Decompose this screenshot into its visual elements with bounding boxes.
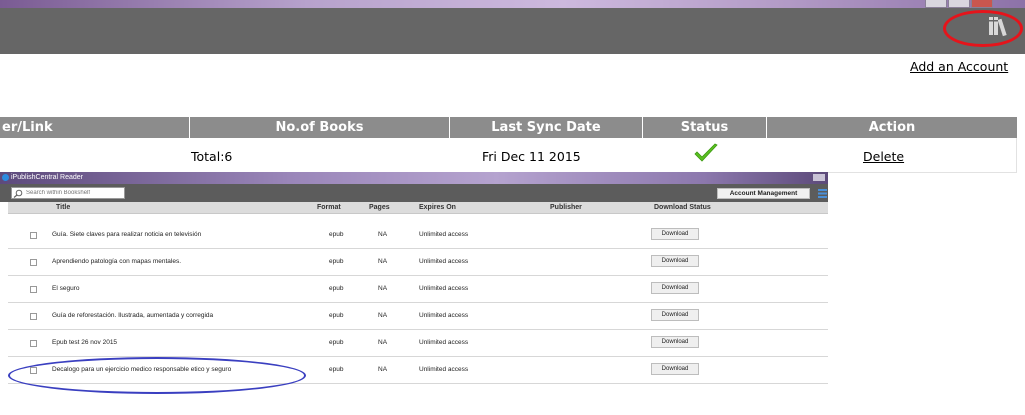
accounts-table-header: er/Link No.of Books Last Sync Date Statu… [0, 117, 1017, 138]
col-expires: Expires On [419, 204, 456, 211]
book-row: Guía de reforestación. Ilustrada, aument… [8, 302, 828, 330]
col-header-sync: Last Sync Date [450, 117, 643, 138]
download-button[interactable]: Download [651, 336, 699, 348]
app-logo-icon [2, 174, 9, 181]
highlight-ellipse-red [943, 10, 1023, 47]
download-button[interactable]: Download [651, 309, 699, 321]
book-expires: Unlimited access [419, 339, 469, 346]
book-format: epub [329, 285, 344, 292]
search-box[interactable] [11, 187, 125, 199]
book-pages: NA [378, 339, 388, 346]
book-format: epub [329, 258, 344, 265]
book-expires: Unlimited access [419, 231, 469, 238]
row-checkbox[interactable] [30, 286, 37, 293]
books-count: Total:6 [191, 149, 233, 164]
col-header-link: er/Link [0, 117, 190, 138]
account-management-button[interactable]: Account Management [717, 188, 810, 199]
book-title: Guía de reforestación. Ilustrada, aument… [52, 312, 214, 319]
col-publisher: Publisher [550, 204, 582, 211]
search-icon [13, 189, 23, 198]
search-input[interactable] [26, 188, 122, 198]
book-title: El seguro [52, 285, 80, 292]
download-button[interactable]: Download [651, 363, 699, 375]
book-expires: Unlimited access [419, 285, 469, 292]
reader-title-bar: iPublishCentral Reader [0, 172, 828, 184]
window-title-strip [0, 0, 1025, 8]
book-row: El seguro epub NA Unlimited access Downl… [8, 275, 828, 303]
download-button[interactable]: Download [651, 255, 699, 267]
grid-view-icon[interactable] [818, 189, 827, 198]
col-format: Format [317, 204, 341, 211]
book-expires: Unlimited access [419, 258, 469, 265]
book-title: Epub test 26 nov 2015 [52, 339, 118, 346]
book-pages: NA [378, 258, 388, 265]
reader-window-title: iPublishCentral Reader [11, 174, 83, 181]
book-title: Guía. Siete claves para realizar noticia… [52, 231, 202, 238]
close-button[interactable] [971, 0, 993, 8]
book-pages: NA [378, 366, 388, 373]
row-checkbox[interactable] [30, 340, 37, 347]
book-expires: Unlimited access [419, 366, 469, 373]
delete-link[interactable]: Delete [863, 149, 904, 164]
book-format: epub [329, 312, 344, 319]
book-row: Aprendiendo patología con mapas mentales… [8, 248, 828, 276]
col-header-action: Action [868, 120, 916, 135]
minimize-button[interactable] [925, 0, 947, 8]
col-download-status: Download Status [654, 204, 711, 211]
download-button[interactable]: Download [651, 282, 699, 294]
download-button[interactable]: Download [651, 228, 699, 240]
app-header [0, 8, 1025, 54]
book-pages: NA [378, 312, 388, 319]
book-format: epub [329, 366, 344, 373]
book-format: epub [329, 231, 344, 238]
row-checkbox[interactable] [30, 259, 37, 266]
checkmark-icon [694, 143, 718, 162]
col-header-status: Status [643, 117, 767, 138]
book-row: Guía. Siete claves para realizar noticia… [8, 221, 828, 249]
col-header-books: No.of Books [190, 117, 450, 138]
book-expires: Unlimited access [419, 312, 469, 319]
book-title: Aprendiendo patología con mapas mentales… [52, 258, 182, 265]
maximize-button[interactable] [948, 0, 970, 8]
col-title: Title [56, 204, 71, 211]
book-row: Epub test 26 nov 2015 epub NA Unlimited … [8, 329, 828, 357]
row-checkbox[interactable] [30, 232, 37, 239]
book-pages: NA [378, 285, 388, 292]
reader-table-header: Title Format Pages Expires On Publisher … [8, 202, 828, 214]
reader-close-button[interactable] [813, 174, 825, 181]
last-sync-date: Fri Dec 11 2015 [482, 149, 581, 164]
col-pages: Pages [369, 204, 390, 211]
book-format: epub [329, 339, 344, 346]
highlight-ellipse-blue [8, 357, 306, 394]
book-pages: NA [378, 231, 388, 238]
table-row: Total:6 Fri Dec 11 2015 Delete [0, 138, 1017, 173]
row-checkbox[interactable] [30, 313, 37, 320]
add-account-link[interactable]: Add an Account [910, 59, 1008, 74]
reader-toolbar: Account Management [0, 184, 828, 202]
